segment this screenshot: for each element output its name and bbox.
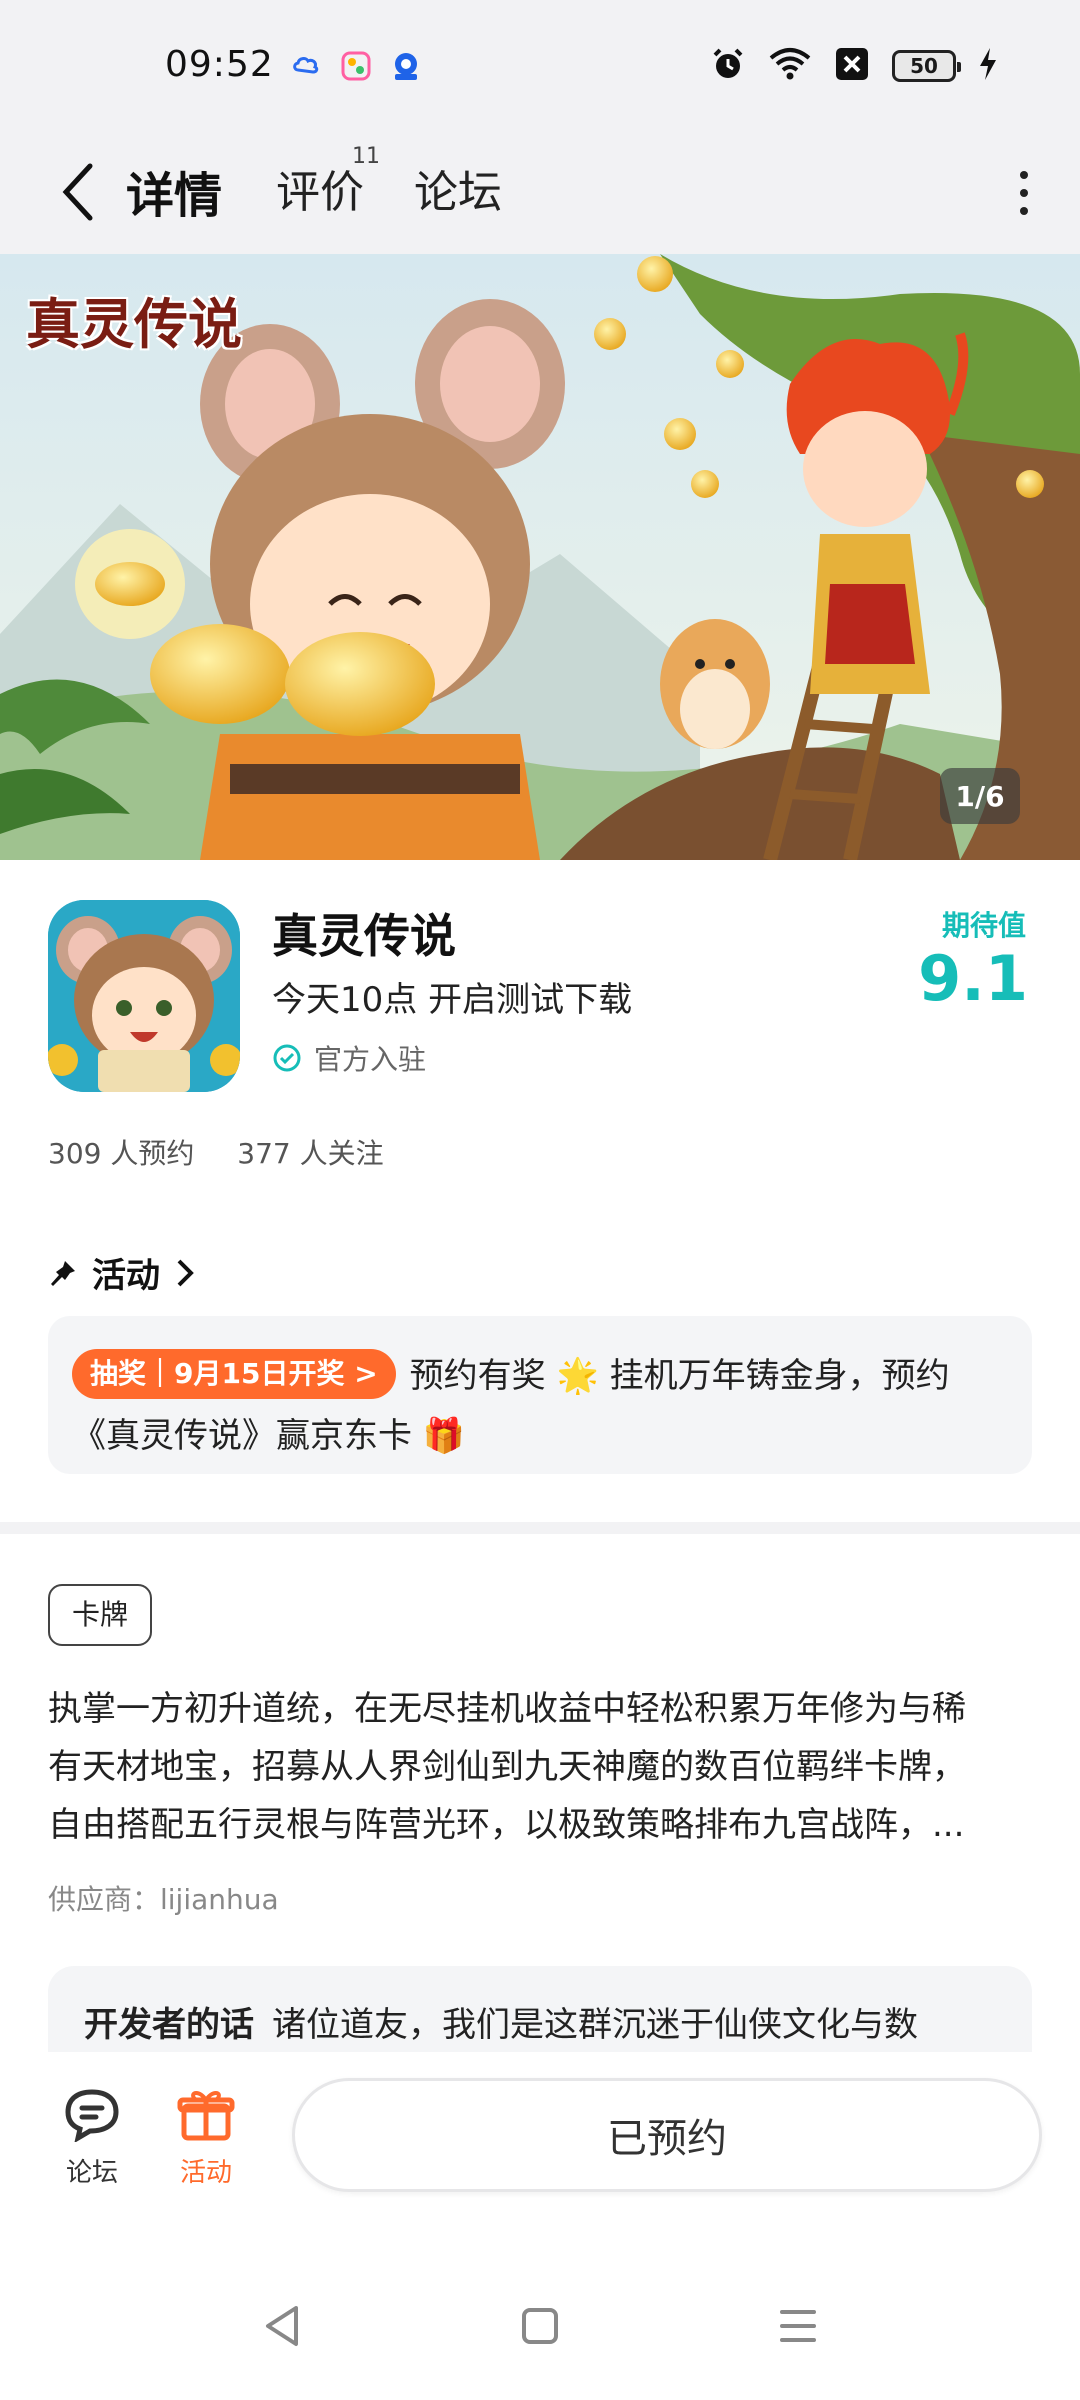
screenshot-carousel[interactable]: 真灵传说 1/6 bbox=[0, 254, 1080, 860]
developer-note-text: 诸位道友，我们是这群沉迷于仙侠文化与数 bbox=[272, 2005, 918, 2045]
back-button[interactable] bbox=[48, 154, 108, 230]
activity-section-header[interactable]: 活动 bbox=[48, 1248, 196, 1297]
rating-label: 期待值 bbox=[941, 909, 1026, 942]
section-divider bbox=[0, 1522, 1080, 1534]
genre-tag[interactable]: 卡牌 bbox=[48, 1584, 153, 1646]
app-info: 真灵传说 今天10点 开启测试下载 官方入驻 期待值 9.1 309 人预约 3… bbox=[0, 860, 1080, 1190]
official-badge: 官方入驻 bbox=[272, 1038, 426, 1078]
tab-reviews-label: 评价 bbox=[276, 167, 364, 218]
activity-title: 活动 bbox=[92, 1256, 160, 1296]
tab-reviews[interactable]: 评价 bbox=[276, 156, 364, 220]
app-stats: 309 人预约 377 人关注 bbox=[48, 1132, 418, 1172]
top-nav: 详情 评价 11 论坛 bbox=[0, 130, 1080, 254]
activity-card[interactable]: 抽奖｜9月15日开奖 > 预约有奖 🌟 挂机万年铸金身，预约 《真灵传说》赢京东卡… bbox=[48, 1316, 1032, 1474]
gift-icon bbox=[177, 2091, 235, 2141]
pin-icon bbox=[51, 1260, 75, 1286]
activity-text-2: 《真灵传说》赢京东卡 🎁 bbox=[72, 1416, 466, 1456]
status-right: 50 bbox=[710, 46, 998, 86]
triangle-back-icon bbox=[266, 2306, 298, 2346]
description-line: 有天材地宝，招募从人界剑仙到九天神魔的数百位羁绊卡牌， bbox=[48, 1747, 966, 1787]
app-icon bbox=[48, 900, 240, 1092]
cloud-sync-icon bbox=[290, 50, 322, 82]
wifi-icon bbox=[768, 46, 812, 86]
official-label: 官方入驻 bbox=[314, 1043, 427, 1076]
reservation-count: 309 人预约 bbox=[48, 1137, 195, 1170]
follower-count: 377 人关注 bbox=[237, 1137, 384, 1170]
charging-icon bbox=[978, 46, 998, 86]
activity-shortcut[interactable]: 活动 bbox=[156, 2086, 256, 2189]
game-description[interactable]: 执掌一方初升道统，在无尽挂机收益中轻松积累万年修为与稀 有天材地宝，招募从人界剑… bbox=[48, 1680, 1032, 1854]
app-store-icon bbox=[390, 50, 422, 82]
activity-shortcut-label: 活动 bbox=[179, 2158, 232, 2188]
tab-forum-label: 论坛 bbox=[414, 167, 502, 218]
app-name: 真灵传说 bbox=[272, 909, 456, 963]
menu-lines-icon bbox=[780, 2310, 816, 2342]
carousel-counter: 1/6 bbox=[940, 768, 1020, 824]
system-back-button[interactable] bbox=[252, 2296, 312, 2356]
status-time: 09:52 bbox=[165, 44, 274, 85]
system-home-button[interactable] bbox=[510, 2296, 570, 2356]
chevron-left-icon bbox=[62, 163, 93, 221]
description-line: 自由搭配五行灵根与阵营光环，以极致策略排布九宫战阵，... bbox=[48, 1805, 965, 1845]
battery-icon: 50 bbox=[892, 50, 961, 82]
chevron-right-icon bbox=[177, 1259, 194, 1286]
forum-shortcut[interactable]: 论坛 bbox=[42, 2086, 142, 2189]
photos-icon bbox=[340, 50, 372, 82]
game-logo: 真灵传说 bbox=[26, 292, 242, 356]
developer-note-title: 开发者的话 bbox=[84, 2005, 254, 2045]
app-icon-artwork bbox=[48, 900, 240, 1092]
more-dot-icon bbox=[1020, 189, 1028, 197]
lottery-badge: 抽奖｜9月15日开奖 > bbox=[72, 1349, 396, 1399]
system-navigation-bar bbox=[0, 2252, 1080, 2400]
verified-check-icon bbox=[273, 1044, 301, 1072]
more-dot-icon bbox=[1020, 171, 1028, 179]
status-app-icons bbox=[290, 50, 422, 82]
forum-chat-icon bbox=[65, 2089, 119, 2142]
tab-forum[interactable]: 论坛 bbox=[414, 156, 502, 220]
system-menu-button[interactable] bbox=[768, 2296, 828, 2356]
app-subtitle: 今天10点 开启测试下载 bbox=[272, 980, 633, 1020]
square-home-icon bbox=[522, 2308, 558, 2344]
tab-details-label: 详情 bbox=[126, 168, 223, 224]
status-bar: 09:52 50 bbox=[0, 0, 1080, 130]
bottom-action-bar: 论坛 活动 已预约 bbox=[0, 2052, 1080, 2252]
supplier-info: 供应商：lijianhua bbox=[48, 1883, 279, 1916]
tab-details[interactable]: 详情 bbox=[126, 156, 222, 226]
forum-shortcut-label: 论坛 bbox=[65, 2158, 118, 2188]
alarm-icon bbox=[710, 46, 746, 86]
description-line: 执掌一方初升道统，在无尽挂机收益中轻松积累万年修为与稀 bbox=[48, 1689, 966, 1729]
reviews-count-badge: 11 bbox=[352, 144, 380, 169]
more-dot-icon bbox=[1020, 207, 1028, 215]
rating-value: 9.1 bbox=[918, 942, 1028, 1015]
activity-text-1: 预约有奖 🌟 挂机万年铸金身，预约 bbox=[409, 1356, 950, 1396]
more-options-button[interactable] bbox=[1004, 158, 1044, 228]
reserved-button[interactable]: 已预约 bbox=[292, 2078, 1042, 2192]
signal-off-icon bbox=[834, 46, 870, 86]
